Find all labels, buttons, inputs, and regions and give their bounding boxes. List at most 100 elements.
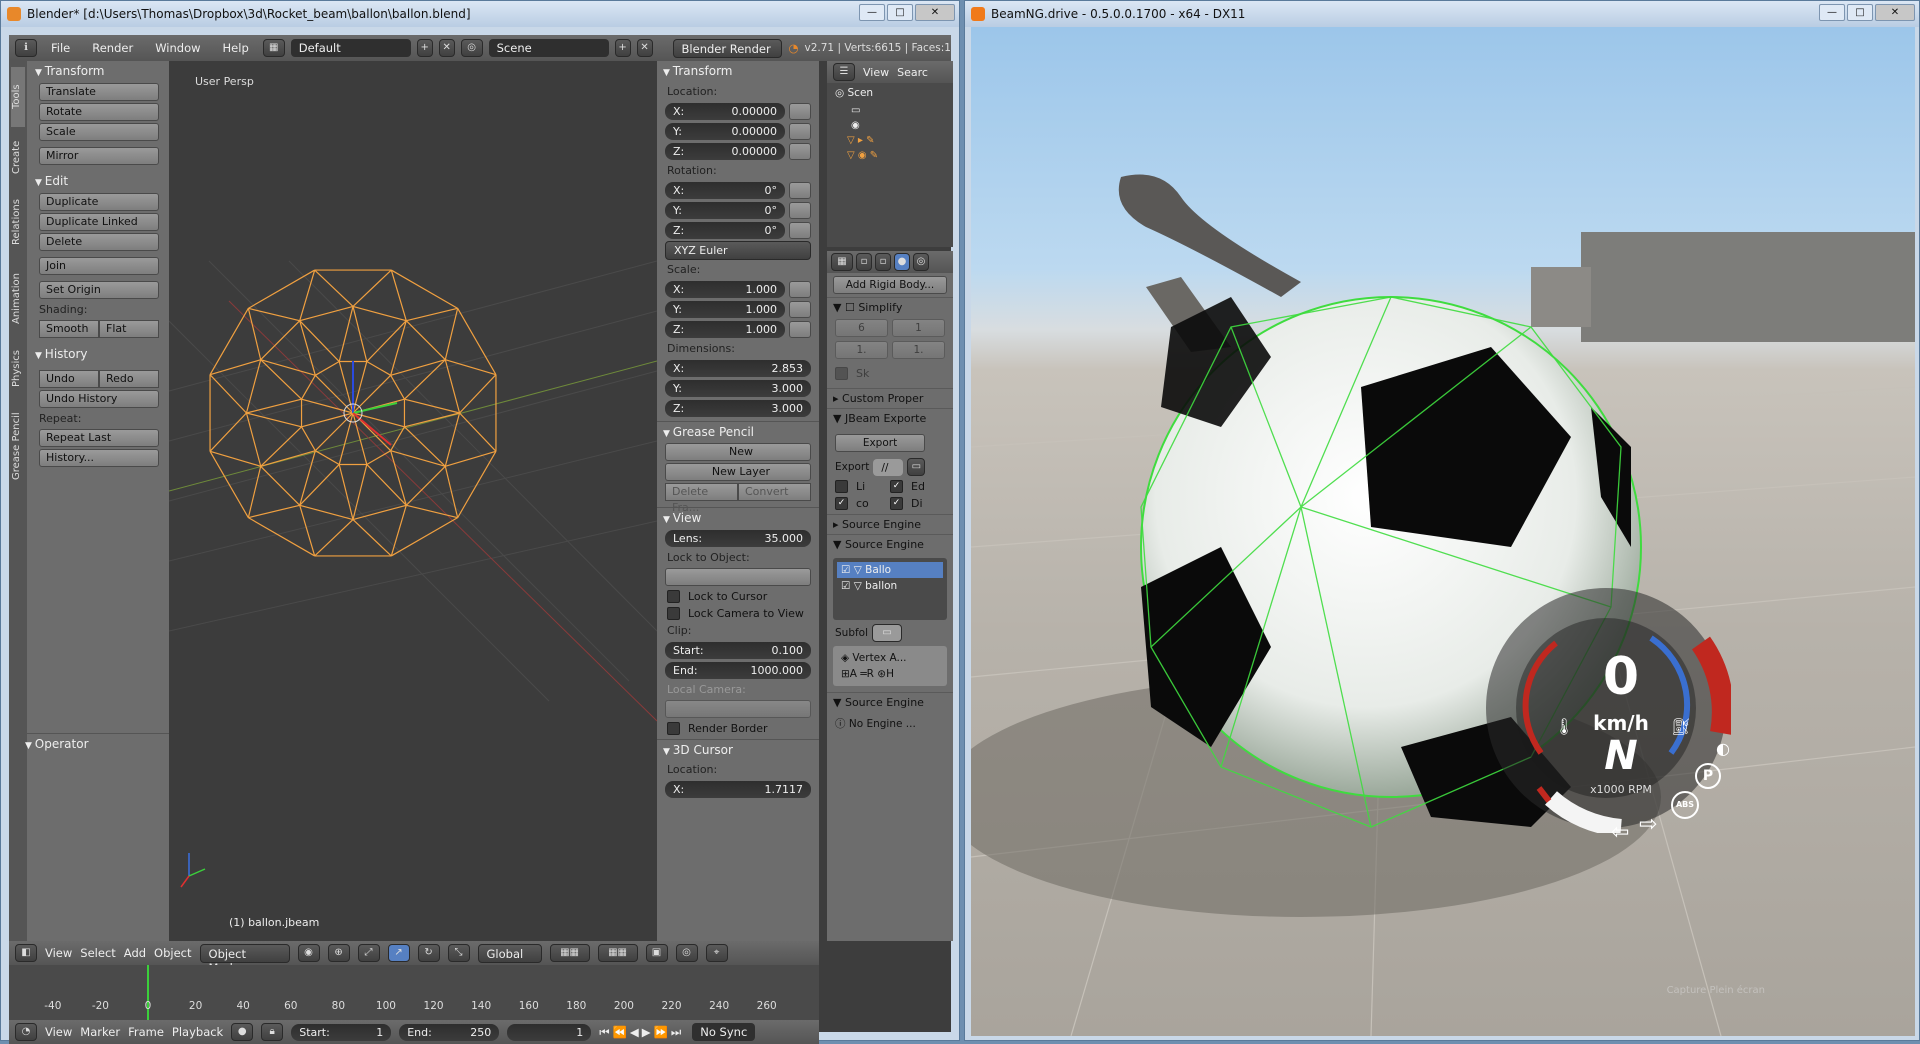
remove-scene-icon[interactable]: ✕: [636, 39, 653, 57]
clip-start-field[interactable]: Start: 0.100: [665, 641, 811, 659]
redo-button[interactable]: Redo: [99, 370, 159, 388]
close-button[interactable]: ✕: [915, 4, 955, 21]
scale-z-field[interactable]: Z: 1.000: [665, 320, 785, 338]
scene-tab-icon[interactable]: ▫: [875, 253, 891, 271]
source-engine-panel-1[interactable]: ▸ Source Engine: [827, 514, 953, 534]
layout-field[interactable]: Default: [290, 39, 411, 57]
mirror-button[interactable]: Mirror: [39, 147, 159, 165]
snap-icon[interactable]: ⌖: [705, 944, 728, 962]
folder-icon[interactable]: ▭: [907, 458, 926, 476]
export-path-field[interactable]: //: [873, 458, 904, 476]
start-frame-field[interactable]: Start: 1: [291, 1023, 392, 1041]
3d-cursor-title[interactable]: 3D Cursor: [657, 739, 819, 759]
physics-tab-icon[interactable]: ●: [894, 253, 910, 271]
rotate-manipulator-icon[interactable]: ↻: [417, 944, 440, 962]
minimize-button[interactable]: —: [859, 4, 885, 21]
outliner-object-item[interactable]: ▽ ▸ ✎: [827, 133, 953, 148]
layers-icon[interactable]: ▦▦: [549, 944, 590, 962]
tab-tools[interactable]: Tools: [11, 67, 25, 127]
export-check-li[interactable]: Li: [835, 480, 890, 493]
lock-icon[interactable]: [789, 102, 811, 120]
translate-button[interactable]: Translate: [39, 83, 159, 101]
export-check-ed[interactable]: ✓ Ed: [890, 480, 945, 493]
smooth-button[interactable]: Smooth: [39, 320, 99, 338]
lock-icon[interactable]: [789, 181, 811, 199]
maximize-button[interactable]: □: [887, 4, 913, 21]
menu-file[interactable]: File: [43, 41, 78, 55]
tab-animation[interactable]: Animation: [11, 261, 25, 337]
jbeam-export-button[interactable]: Export: [835, 434, 925, 452]
location-y-field[interactable]: Y: 0.00000: [665, 122, 785, 140]
clip-end-field[interactable]: End: 1000.000: [665, 661, 811, 679]
simplify-ao-field[interactable]: 1.: [892, 341, 945, 359]
render-engine-dropdown[interactable]: Blender Render: [672, 38, 783, 58]
rotation-mode-dropdown[interactable]: XYZ Euler: [665, 240, 811, 260]
simplify-panel[interactable]: ▼ ☐ Simplify: [827, 297, 953, 317]
history-button[interactable]: History...: [39, 449, 159, 467]
proportional-edit-icon[interactable]: ◎: [675, 944, 698, 962]
dimension-x-field[interactable]: X: 2.853: [665, 359, 811, 377]
outliner-editor-icon[interactable]: ☰: [833, 63, 855, 81]
remove-layout-icon[interactable]: ✕: [438, 39, 455, 57]
lock-icon[interactable]: [789, 320, 811, 338]
tl-marker-menu[interactable]: Marker: [80, 1025, 120, 1039]
local-camera-field[interactable]: [665, 700, 811, 718]
add-scene-icon[interactable]: +: [614, 39, 631, 57]
lock-icon[interactable]: [789, 221, 811, 239]
export-check-co[interactable]: ✓ co: [835, 497, 890, 510]
list-item[interactable]: ☑ ▽ ballon: [837, 578, 943, 594]
translate-manipulator-icon[interactable]: ↗: [387, 944, 410, 962]
lock-icon[interactable]: [789, 122, 811, 140]
outliner-scene-item[interactable]: ◎ Scen: [827, 83, 953, 103]
tab-grease-pencil[interactable]: Grease Pencil: [11, 401, 25, 491]
mode-dropdown[interactable]: Object Mode: [199, 943, 290, 975]
delete-frame-button[interactable]: Delete Fra...: [665, 483, 738, 514]
simplify-child-field[interactable]: 1.: [835, 341, 888, 359]
outliner-search-menu[interactable]: Searc: [897, 66, 928, 79]
n-transform-title[interactable]: Transform: [657, 61, 819, 81]
shading-icon[interactable]: ◉: [297, 944, 320, 962]
3d-viewport[interactable]: User Persp (1) ballon.jbeam: [169, 61, 657, 941]
tab-physics[interactable]: Physics: [11, 341, 25, 397]
lock-cursor-checkbox[interactable]: Lock to Cursor: [667, 590, 809, 603]
outliner-object-item[interactable]: ▽ ◉ ✎: [827, 148, 953, 163]
scene-field[interactable]: Scene: [488, 39, 609, 57]
tab-relations[interactable]: Relations: [11, 187, 25, 257]
delete-button[interactable]: Delete: [39, 233, 159, 251]
join-button[interactable]: Join: [39, 257, 159, 275]
lock-icon[interactable]: [789, 201, 811, 219]
minimize-button[interactable]: —: [1819, 4, 1845, 21]
add-rigid-body-button[interactable]: Add Rigid Body...: [833, 276, 947, 294]
tl-view-menu[interactable]: View: [45, 1025, 72, 1039]
current-frame-field[interactable]: 1: [507, 1023, 592, 1041]
add-layout-icon[interactable]: +: [416, 39, 433, 57]
dimension-y-field[interactable]: Y: 3.000: [665, 379, 811, 397]
pivot-icon[interactable]: ⊕: [327, 944, 350, 962]
keying-lock-icon[interactable]: 🔒︎: [261, 1023, 284, 1041]
menu-window[interactable]: Window: [147, 41, 208, 55]
lock-camera-checkbox[interactable]: Lock Camera to View: [667, 607, 809, 620]
3d-view-editor-icon[interactable]: ◧: [15, 944, 37, 962]
vp-view-menu[interactable]: View: [45, 946, 72, 960]
tl-frame-menu[interactable]: Frame: [128, 1025, 164, 1039]
menu-render[interactable]: Render: [84, 41, 141, 55]
close-button[interactable]: ✕: [1875, 4, 1915, 21]
game-viewport[interactable]: 0 km/h N x1000 RPM 🌡︎ ⛽︎ ◐ P ABS ⇦ ⇨ Cap…: [971, 27, 1915, 1036]
cursor-x-field[interactable]: X: 1.7117: [665, 780, 811, 798]
source-engine-panel-2[interactable]: ▼ Source Engine: [827, 534, 953, 554]
scale-manipulator-icon[interactable]: ⤡: [447, 944, 470, 962]
jbeam-exporter-panel[interactable]: ▼ JBeam Exporte: [827, 408, 953, 428]
end-frame-field[interactable]: End: 250: [399, 1023, 500, 1041]
layers-icon[interactable]: ▦▦: [597, 944, 638, 962]
convert-button[interactable]: Convert: [738, 483, 811, 501]
outliner-world-icon[interactable]: ◉: [827, 118, 953, 133]
timeline-editor-icon[interactable]: ◔: [15, 1023, 37, 1041]
properties-editor-icon[interactable]: ▦: [831, 253, 853, 271]
timeline[interactable]: -40 -20 0 20 40 60 80 100 120 140 160 180 200 220 240 2…: [9, 965, 819, 1020]
list-item[interactable]: ☑ ▽ Ballo: [837, 562, 943, 578]
tl-playback-menu[interactable]: Playback: [172, 1025, 223, 1039]
custom-properties-panel[interactable]: ▸ Custom Proper: [827, 388, 953, 408]
vp-add-menu[interactable]: Add: [124, 946, 146, 960]
scene-icon[interactable]: ◎: [460, 39, 483, 57]
scale-y-field[interactable]: Y: 1.000: [665, 300, 785, 318]
